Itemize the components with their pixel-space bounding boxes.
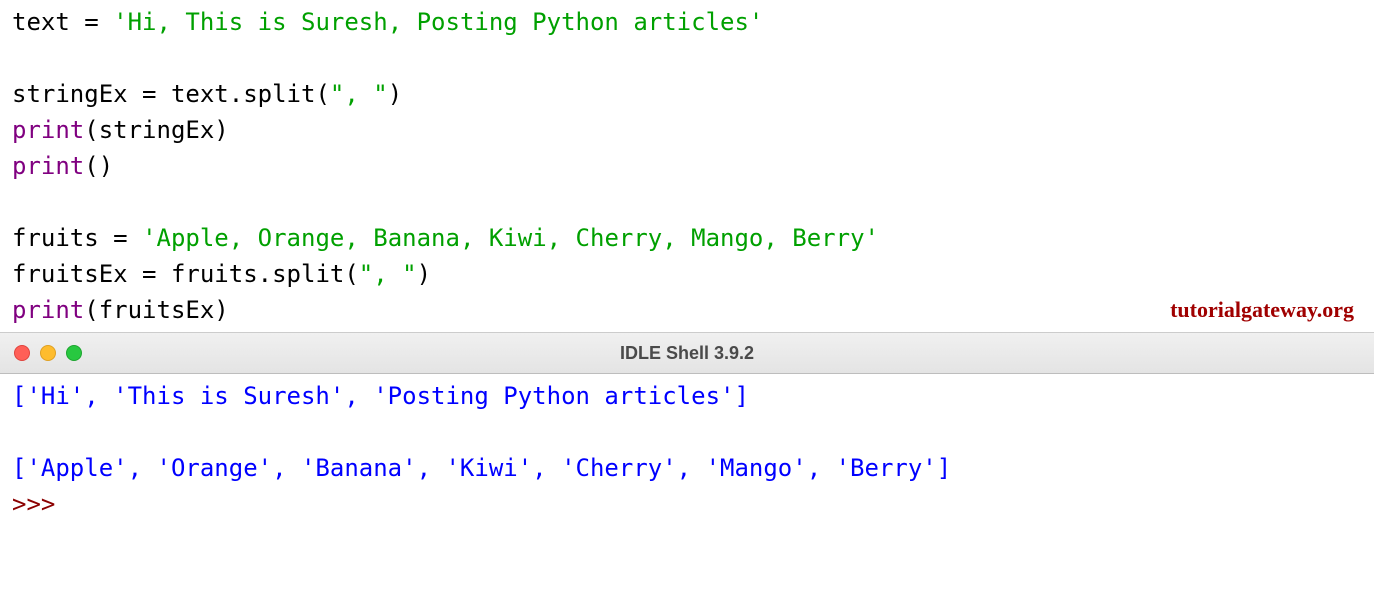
assign-op: = (99, 224, 142, 252)
code-line-blank (12, 40, 1362, 76)
window-titlebar[interactable]: IDLE Shell 3.9.2 (0, 332, 1374, 374)
variable-name: fruitsEx (12, 260, 128, 288)
code-line-7: fruits = 'Apple, Orange, Banana, Kiwi, C… (12, 220, 1362, 256)
code-line-4: print(stringEx) (12, 112, 1362, 148)
print-builtin: print (12, 296, 84, 324)
close-paren: ) (214, 116, 228, 144)
close-icon[interactable] (14, 345, 30, 361)
empty-parens: () (84, 152, 113, 180)
arg: fruitsEx (99, 296, 215, 324)
code-line-1: text = 'Hi, This is Suresh, Posting Pyth… (12, 4, 1362, 40)
code-line-8: fruitsEx = fruits.split(", ") (12, 256, 1362, 292)
string-literal: ", " (330, 80, 388, 108)
string-literal: 'Hi, This is Suresh, Posting Python arti… (113, 8, 763, 36)
shell-output-line: ['Apple', 'Orange', 'Banana', 'Kiwi', 'C… (12, 450, 1362, 486)
shell-output-blank (12, 414, 1362, 450)
watermark-text: tutorialgateway.org (1170, 293, 1354, 326)
close-paren: ) (388, 80, 402, 108)
assign-op: = (128, 80, 171, 108)
assign-op: = (70, 8, 113, 36)
code-line-5: print() (12, 148, 1362, 184)
arg: stringEx (99, 116, 215, 144)
close-paren: ) (214, 296, 228, 324)
code-line-3: stringEx = text.split(", ") (12, 76, 1362, 112)
method-call: text.split( (171, 80, 330, 108)
code-line-blank (12, 184, 1362, 220)
code-editor[interactable]: text = 'Hi, This is Suresh, Posting Pyth… (0, 0, 1374, 332)
maximize-icon[interactable] (66, 345, 82, 361)
open-paren: ( (84, 296, 98, 324)
window-controls (14, 345, 82, 361)
string-literal: ", " (359, 260, 417, 288)
method-call: fruits.split( (171, 260, 359, 288)
print-builtin: print (12, 116, 84, 144)
shell-output-line: ['Hi', 'This is Suresh', 'Posting Python… (12, 378, 1362, 414)
string-literal: 'Apple, Orange, Banana, Kiwi, Cherry, Ma… (142, 224, 879, 252)
code-line-9: print(fruitsEx) (12, 292, 1362, 328)
variable-name: fruits (12, 224, 99, 252)
open-paren: ( (84, 116, 98, 144)
shell-output[interactable]: ['Hi', 'This is Suresh', 'Posting Python… (0, 374, 1374, 526)
shell-prompt[interactable]: >>> (12, 486, 1362, 522)
close-paren: ) (417, 260, 431, 288)
window-title: IDLE Shell 3.9.2 (0, 340, 1374, 367)
variable-name: stringEx (12, 80, 128, 108)
variable-name: text (12, 8, 70, 36)
print-builtin: print (12, 152, 84, 180)
assign-op: = (128, 260, 171, 288)
minimize-icon[interactable] (40, 345, 56, 361)
